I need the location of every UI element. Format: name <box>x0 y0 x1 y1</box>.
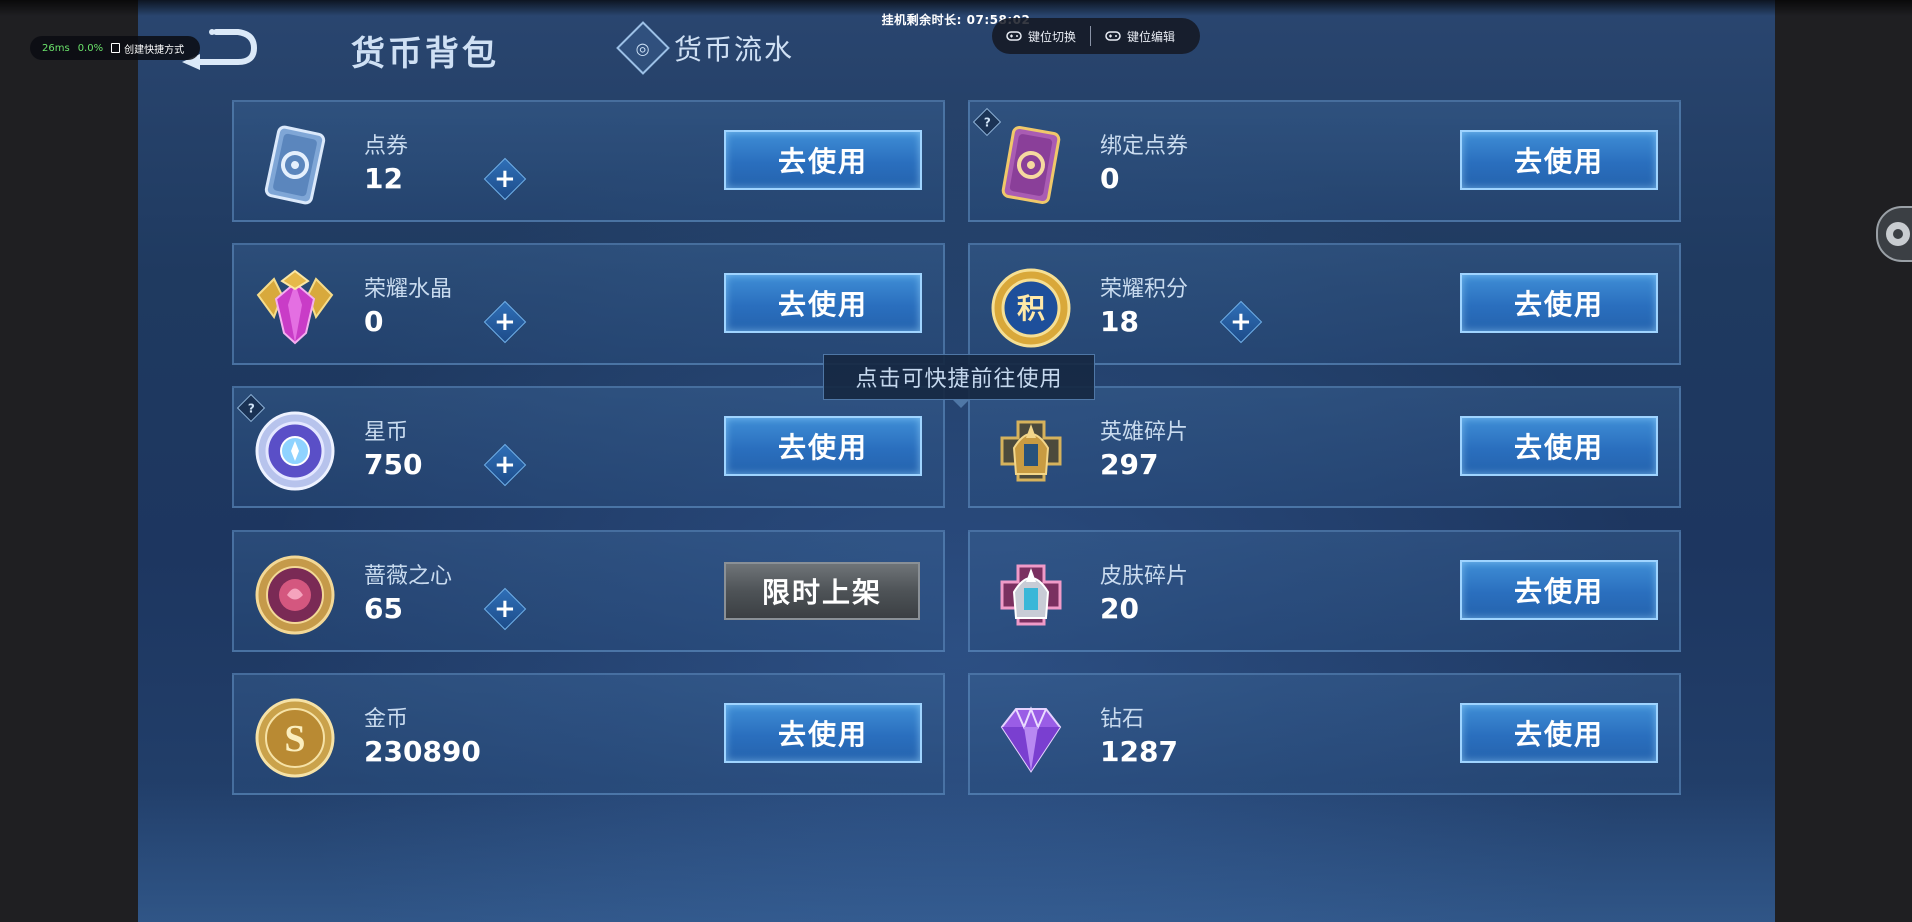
gamepad-icon <box>1006 31 1022 41</box>
currency-amount: 0 <box>1100 162 1120 195</box>
add-glory-crystal-button[interactable]: + <box>483 300 527 344</box>
use-star-coin-button[interactable]: 去使用 <box>724 416 922 476</box>
currency-flow-icon: ◎ <box>616 21 670 75</box>
currency-name: 绑定点券 <box>1100 134 1189 159</box>
add-star-coin-button[interactable]: + <box>483 443 527 487</box>
use-gold-coin-button[interactable]: 去使用 <box>724 703 922 763</box>
tab-label: 货币流水 <box>674 33 795 66</box>
use-glory-points-button[interactable]: 去使用 <box>1460 273 1658 333</box>
gear-icon <box>1886 222 1910 246</box>
star-coin-icon <box>255 411 335 491</box>
shortcut-icon <box>111 43 121 53</box>
limited-time-button[interactable]: 限时上架 <box>724 562 920 620</box>
add-voucher-button[interactable]: + <box>483 157 527 201</box>
page-title: 货币背包 <box>351 34 499 74</box>
currency-amount: 230890 <box>364 735 481 768</box>
currency-amount: 1287 <box>1100 735 1178 768</box>
packet-loss-value: 0.0% <box>77 42 104 54</box>
performance-indicator: 26ms 0.0% 创建快捷方式 <box>30 36 200 60</box>
key-edit-button[interactable]: 键位编辑 <box>1091 18 1189 54</box>
create-shortcut-button[interactable]: 创建快捷方式 <box>111 41 184 56</box>
glory-points-coin-icon: 积 <box>991 268 1071 348</box>
currency-amount: 0 <box>364 305 384 338</box>
currency-card-glory-points: 积 荣耀积分 18 + 去使用 <box>968 243 1681 365</box>
quick-use-tooltip: 点击可快捷前往使用 <box>823 354 1095 408</box>
glory-crystal-icon <box>256 269 334 345</box>
currency-card-star-coin: ? 星币 750 + 去使用 <box>232 386 945 508</box>
rose-heart-coin-icon <box>255 555 335 635</box>
currency-card-diamond: 钻石 1287 去使用 <box>968 673 1681 795</box>
currency-amount: 65 <box>364 592 403 625</box>
currency-amount: 18 <box>1100 305 1139 338</box>
currency-card-voucher: 点券 12 + 去使用 <box>232 100 945 222</box>
currency-name: 蔷薇之心 <box>364 564 453 589</box>
key-switch-label: 键位切换 <box>1028 29 1077 44</box>
currency-amount: 20 <box>1100 592 1139 625</box>
use-hero-fragment-button[interactable]: 去使用 <box>1460 416 1658 476</box>
currency-name: 荣耀积分 <box>1100 277 1189 302</box>
currency-name: 星币 <box>364 420 409 445</box>
use-diamond-button[interactable]: 去使用 <box>1460 703 1658 763</box>
side-menu-handle[interactable] <box>1876 206 1912 262</box>
currency-card-skin-fragment: 皮肤碎片 20 去使用 <box>968 530 1681 652</box>
currency-name: 点券 <box>364 134 409 159</box>
currency-name: 皮肤碎片 <box>1100 564 1189 589</box>
game-viewport: 货币背包 ◎ 货币流水 点券 12 + 去使用 ? 绑定点券 0 去使用 荣耀水… <box>138 0 1775 922</box>
use-voucher-button[interactable]: 去使用 <box>724 130 922 190</box>
bound-voucher-card-icon <box>1001 125 1061 205</box>
key-edit-label: 键位编辑 <box>1127 29 1176 44</box>
voucher-card-icon <box>264 125 326 205</box>
gold-coin-icon: S <box>255 698 335 778</box>
currency-card-gold-coin: S 金币 230890 去使用 <box>232 673 945 795</box>
svg-text:积: 积 <box>1017 293 1045 324</box>
currency-card-hero-fragment: 英雄碎片 297 去使用 <box>968 386 1681 508</box>
currency-name: 金币 <box>364 707 409 732</box>
idle-timer-text: 挂机剩余时长: 07:58:02 <box>881 13 1031 27</box>
add-rose-heart-button[interactable]: + <box>483 587 527 631</box>
currency-name: 荣耀水晶 <box>364 277 453 302</box>
currency-amount: 297 <box>1100 448 1159 481</box>
key-switch-button[interactable]: 键位切换 <box>992 18 1090 54</box>
key-mapping-bar: 键位切换 键位编辑 <box>992 18 1200 54</box>
skin-fragment-helmet-icon <box>1000 564 1062 626</box>
currency-amount: 750 <box>364 448 423 481</box>
use-glory-crystal-button[interactable]: 去使用 <box>724 273 922 333</box>
add-glory-points-button[interactable]: + <box>1219 300 1263 344</box>
hero-fragment-helmet-icon <box>1000 420 1062 482</box>
use-skin-fragment-button[interactable]: 去使用 <box>1460 560 1658 620</box>
currency-card-rose-heart: 蔷薇之心 65 + 限时上架 <box>232 530 945 652</box>
svg-text:S: S <box>284 718 305 760</box>
gamepad-edit-icon <box>1105 31 1121 41</box>
tab-currency-flow[interactable]: ◎ 货币流水 <box>616 21 795 75</box>
shortcut-label: 创建快捷方式 <box>124 44 185 56</box>
currency-card-bound-voucher: ? 绑定点券 0 去使用 <box>968 100 1681 222</box>
use-bound-voucher-button[interactable]: 去使用 <box>1460 130 1658 190</box>
latency-value: 26ms <box>42 42 70 54</box>
currency-name: 钻石 <box>1100 707 1145 732</box>
currency-amount: 12 <box>364 162 403 195</box>
currency-card-glory-crystal: 荣耀水晶 0 + 去使用 <box>232 243 945 365</box>
currency-name: 英雄碎片 <box>1100 420 1189 445</box>
diamond-icon <box>1000 706 1062 773</box>
